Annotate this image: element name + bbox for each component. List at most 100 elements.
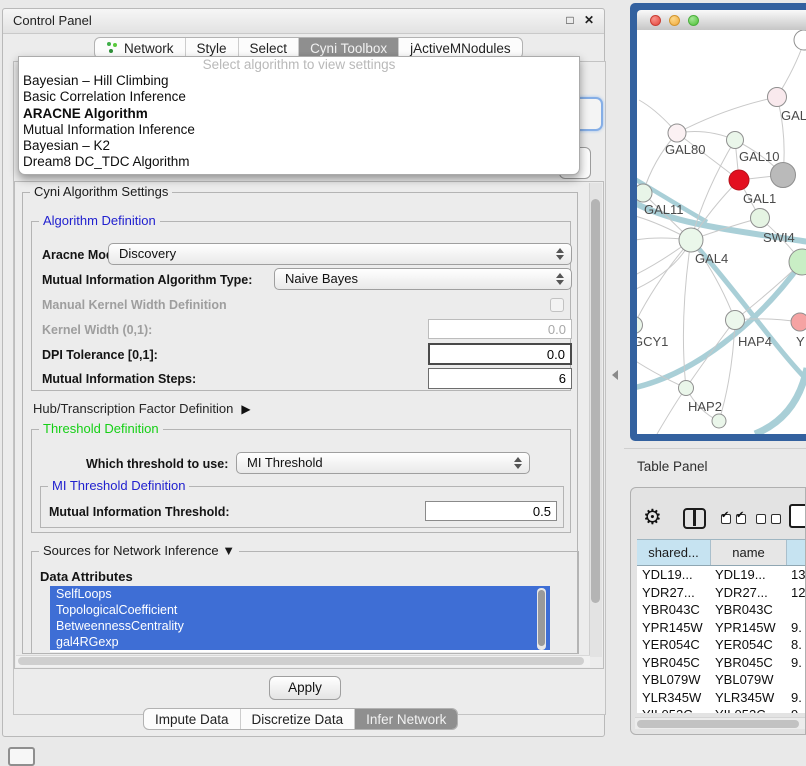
table-cell: YPR145W xyxy=(637,619,711,637)
data-attributes-list[interactable]: SelfLoopsTopologicalCoefficientBetweenne… xyxy=(50,586,550,652)
network-node-hap2[interactable] xyxy=(679,381,694,396)
algorithm-option-dream8-dc-tdc-algorithm[interactable]: Dream8 DC_TDC Algorithm xyxy=(19,154,579,170)
table-row[interactable]: YPR145WYPR145W9. xyxy=(637,619,806,637)
gear-icon[interactable]: ⚙ xyxy=(643,505,662,530)
kernel-width-field[interactable]: 0.0 xyxy=(428,319,572,339)
table-row[interactable]: YER054CYER054C8. xyxy=(637,636,806,654)
network-node[interactable] xyxy=(751,209,770,228)
network-node-gal[interactable] xyxy=(768,88,787,107)
algorithm-dropdown-items: Bayesian – Hill ClimbingBasic Correlatio… xyxy=(19,73,579,171)
network-node-gal80[interactable] xyxy=(668,124,686,142)
vertical-scrollbar-thumb[interactable] xyxy=(591,199,600,603)
which-threshold-label: Which threshold to use: xyxy=(86,457,228,471)
tab-cyni-toolbox[interactable]: Cyni Toolbox xyxy=(298,38,398,58)
network-canvas[interactable]: GALGAL80GAL10GAL1GAL11SWI4GAL4GCY1HAP4YH… xyxy=(637,30,806,434)
float-window-icon[interactable]: □ xyxy=(562,12,578,28)
checked-checkbox-icon[interactable] xyxy=(721,514,731,524)
column-header-shared[interactable]: shared... xyxy=(637,540,711,565)
algorithm-option-mutual-information-inference[interactable]: Mutual Information Inference xyxy=(19,122,579,138)
which-threshold-select[interactable]: MI Threshold xyxy=(236,452,530,474)
table-row[interactable]: YBR045CYBR045C9. xyxy=(637,654,806,672)
attribute-item-topologicalcoefficient[interactable]: TopologicalCoefficient xyxy=(50,602,550,618)
table-row[interactable]: YBR043CYBR043C xyxy=(637,601,806,619)
algorithm-option-bayesian-hill-climbing[interactable]: Bayesian – Hill Climbing xyxy=(19,73,579,89)
tab-network[interactable]: Network xyxy=(95,38,185,58)
network-node-gal1[interactable] xyxy=(729,170,749,190)
checked-checkbox-icon[interactable] xyxy=(736,514,746,524)
close-traffic-light-icon[interactable] xyxy=(650,15,661,26)
horizontal-scrollbar[interactable] xyxy=(16,655,590,667)
panel-divider-arrow-icon[interactable] xyxy=(612,370,618,380)
unchecked-checkbox-icon[interactable] xyxy=(756,514,766,524)
document-icon[interactable] xyxy=(789,504,806,528)
table-cell: YBL079W xyxy=(711,671,787,689)
dpi-tolerance-field[interactable]: 0.0 xyxy=(428,343,572,365)
table-row[interactable]: YLR345WYLR345W9. xyxy=(637,689,806,707)
which-threshold-value: MI Threshold xyxy=(247,455,323,470)
split-columns-icon[interactable] xyxy=(683,508,706,529)
attributes-list-scrollbar[interactable] xyxy=(537,588,546,650)
close-window-icon[interactable]: ✕ xyxy=(581,12,597,28)
hub-transcription-factor-section[interactable]: Hub/Transcription Factor Definition▶ xyxy=(33,401,251,416)
bottom-tabs: Impute Data Discretize DataInfer Network xyxy=(143,708,458,730)
attributes-list-scrollbar-thumb[interactable] xyxy=(538,590,545,646)
column-header-2[interactable] xyxy=(787,540,806,565)
table-horizontal-scrollbar[interactable] xyxy=(635,717,806,729)
network-node[interactable] xyxy=(771,163,796,188)
tab-jactivemnodules[interactable]: jActiveMNodules xyxy=(398,38,522,58)
network-node-label: GAL10 xyxy=(739,149,779,164)
network-node-gal11[interactable] xyxy=(637,184,652,202)
bottom-tab-infer-network[interactable]: Infer Network xyxy=(354,709,457,729)
table-row[interactable]: YDR27...YDR27...12 xyxy=(637,584,806,602)
mi-algorithm-type-select[interactable]: Naive Bayes xyxy=(274,268,572,290)
attribute-item-gal4rgexp[interactable]: gal4RGexp xyxy=(50,634,550,650)
table-row[interactable]: YIL052CYIL052C9 xyxy=(637,706,806,713)
network-window-titlebar[interactable] xyxy=(637,10,806,31)
column-header-name[interactable]: name xyxy=(711,540,787,565)
table-row[interactable]: YBL079WYBL079W xyxy=(637,671,806,689)
attribute-item-selfloops[interactable]: SelfLoops xyxy=(50,586,550,602)
aracne-mode-select[interactable]: Discovery xyxy=(108,243,572,265)
table-row[interactable]: YDL19...YDL19...13 xyxy=(637,566,806,584)
mi-threshold-definition-title: MI Threshold Definition xyxy=(48,478,189,493)
network-node-gal10[interactable] xyxy=(727,132,744,149)
network-node[interactable] xyxy=(712,414,726,428)
expand-right-icon[interactable]: ▶ xyxy=(241,402,250,416)
tab-style[interactable]: Style xyxy=(185,38,238,58)
algorithm-option-bayesian-k2[interactable]: Bayesian – K2 xyxy=(19,138,579,154)
minimized-panel-icon[interactable] xyxy=(8,747,35,766)
tab-label: Impute Data xyxy=(155,712,229,727)
table-horizontal-scrollbar-thumb[interactable] xyxy=(637,720,799,728)
apply-button[interactable]: Apply xyxy=(269,676,341,700)
mi-threshold-field[interactable]: 0.5 xyxy=(425,501,557,521)
network-node-gcy1[interactable] xyxy=(637,317,643,334)
algorithm-option-basic-correlation-inference[interactable]: Basic Correlation Inference xyxy=(19,89,579,105)
manual-kernel-width-checkbox[interactable] xyxy=(550,298,564,312)
table-cell: YER054C xyxy=(711,636,787,654)
table-cell: 9 xyxy=(787,706,806,713)
network-node-label: SWI4 xyxy=(763,230,795,245)
table-body: YDL19...YDL19...13YDR27...YDR27...12YBR0… xyxy=(637,566,806,713)
network-node-swi4[interactable] xyxy=(789,249,806,275)
minimize-traffic-light-icon[interactable] xyxy=(669,15,680,26)
vertical-scrollbar[interactable] xyxy=(589,183,602,657)
table-cell xyxy=(787,671,806,689)
algorithm-option-aracne-algorithm[interactable]: ARACNE Algorithm xyxy=(19,106,579,122)
network-node-gal4[interactable] xyxy=(679,228,703,252)
zoom-traffic-light-icon[interactable] xyxy=(688,15,699,26)
table-header-row: shared...name xyxy=(637,539,806,566)
network-node[interactable] xyxy=(794,30,806,50)
tab-select[interactable]: Select xyxy=(238,38,299,58)
hidden-combo-fragment[interactable] xyxy=(577,97,603,131)
bottom-tab-discretize-data[interactable]: Discretize Data xyxy=(240,709,355,729)
tab-label: Network xyxy=(124,41,174,56)
bottom-tab-impute-data[interactable]: Impute Data xyxy=(144,709,240,729)
table-cell: YBR043C xyxy=(637,601,711,619)
network-node-hap4[interactable] xyxy=(726,311,745,330)
collapse-down-icon[interactable]: ▼ xyxy=(222,543,235,558)
unchecked-checkbox-icon[interactable] xyxy=(771,514,781,524)
mi-steps-field[interactable]: 6 xyxy=(428,368,572,389)
attribute-item-betweennesscentrality[interactable]: BetweennessCentrality xyxy=(50,618,550,634)
horizontal-scrollbar-thumb[interactable] xyxy=(18,657,584,665)
network-node-y[interactable] xyxy=(791,313,806,331)
